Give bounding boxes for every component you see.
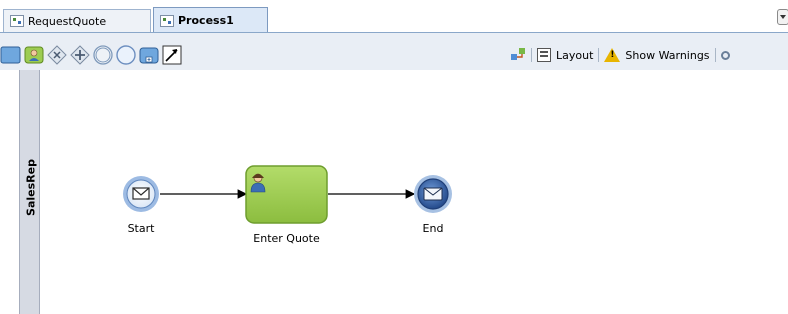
message-icon <box>423 187 443 201</box>
start-event[interactable] <box>123 176 159 212</box>
message-icon <box>132 187 150 200</box>
process-diagram <box>123 165 452 224</box>
task-label: Enter Quote <box>253 232 320 245</box>
end-event[interactable] <box>414 175 452 213</box>
start-event-label: Start <box>127 222 155 235</box>
end-event-label: End <box>422 222 444 235</box>
enter-quote-task[interactable] <box>245 165 328 224</box>
